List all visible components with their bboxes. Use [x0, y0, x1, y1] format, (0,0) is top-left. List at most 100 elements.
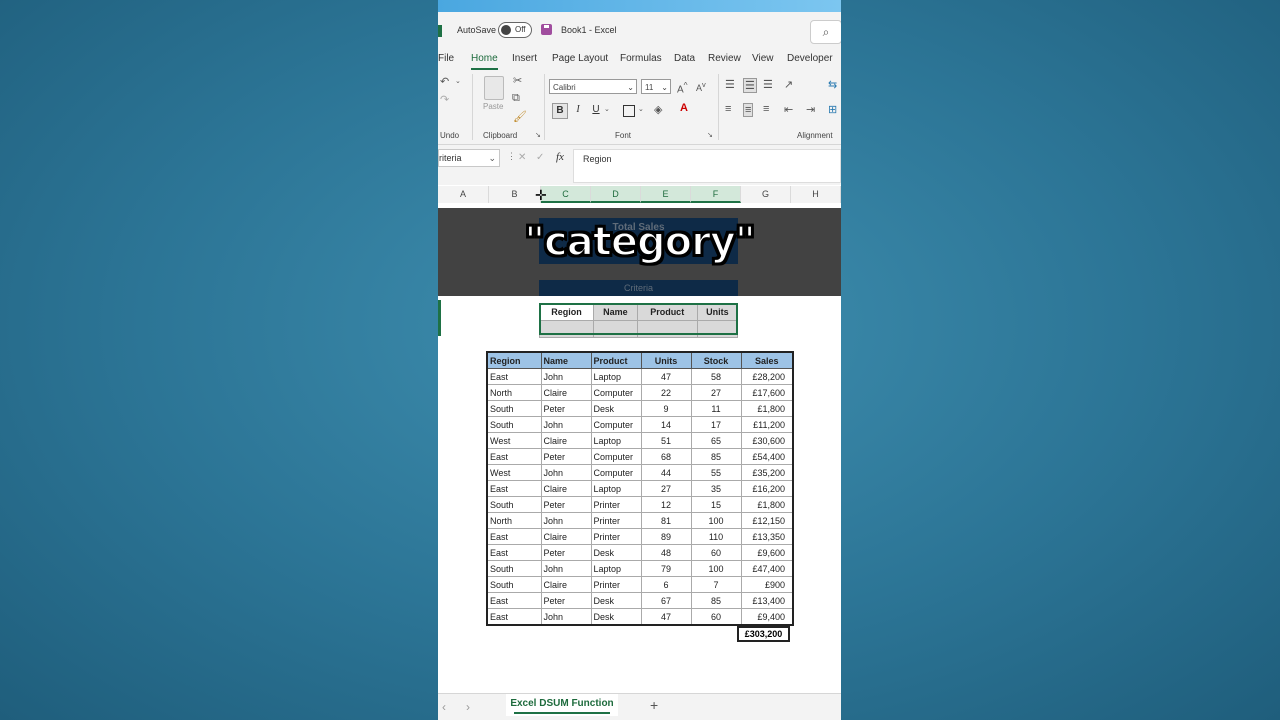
- table-cell[interactable]: 12: [640, 496, 692, 513]
- table-cell[interactable]: John: [540, 512, 592, 529]
- table-cell[interactable]: 14: [640, 416, 692, 433]
- table-cell[interactable]: Peter: [540, 496, 592, 513]
- table-cell[interactable]: Desk: [590, 608, 642, 626]
- align-right-icon[interactable]: ≡: [763, 103, 769, 115]
- table-header[interactable]: Stock: [690, 351, 742, 369]
- table-cell[interactable]: 6: [640, 576, 692, 593]
- criteria-value-cell[interactable]: [636, 320, 698, 338]
- table-cell[interactable]: East: [486, 608, 542, 626]
- increase-indent-icon[interactable]: ⇥: [806, 103, 815, 116]
- table-header[interactable]: Product: [590, 351, 642, 369]
- table-cell[interactable]: Printer: [590, 576, 642, 593]
- table-cell[interactable]: 100: [690, 560, 742, 577]
- table-cell[interactable]: £11,200: [740, 416, 794, 433]
- paste-icon[interactable]: [484, 76, 504, 100]
- table-cell[interactable]: Peter: [540, 448, 592, 465]
- formula-input[interactable]: Region: [573, 149, 841, 183]
- table-cell[interactable]: 68: [640, 448, 692, 465]
- table-cell[interactable]: Claire: [540, 528, 592, 545]
- search-button[interactable]: ⌕: [810, 20, 841, 44]
- table-cell[interactable]: 22: [640, 384, 692, 401]
- table-cell[interactable]: Laptop: [590, 560, 642, 577]
- add-sheet-icon[interactable]: +: [650, 697, 658, 713]
- table-cell[interactable]: Claire: [540, 432, 592, 449]
- table-cell[interactable]: 51: [640, 432, 692, 449]
- table-cell[interactable]: West: [486, 432, 542, 449]
- table-cell[interactable]: Desk: [590, 544, 642, 561]
- save-icon[interactable]: [541, 24, 552, 35]
- table-cell[interactable]: Printer: [590, 496, 642, 513]
- font-launcher-icon[interactable]: ↘: [707, 131, 713, 139]
- align-left-icon[interactable]: ≡: [725, 103, 731, 115]
- table-cell[interactable]: Printer: [590, 512, 642, 529]
- undo-icon[interactable]: ↶: [440, 75, 449, 88]
- table-cell[interactable]: 85: [690, 592, 742, 609]
- format-painter-icon[interactable]: 🖌: [513, 110, 527, 123]
- align-top-icon[interactable]: ☰: [725, 78, 735, 91]
- table-cell[interactable]: Desk: [590, 400, 642, 417]
- table-cell[interactable]: 79: [640, 560, 692, 577]
- tab-home[interactable]: Home: [471, 53, 498, 70]
- table-cell[interactable]: John: [540, 368, 592, 385]
- table-cell[interactable]: £28,200: [740, 368, 794, 385]
- table-cell[interactable]: West: [486, 464, 542, 481]
- table-header[interactable]: Units: [640, 351, 692, 369]
- clipboard-launcher-icon[interactable]: ↘: [535, 131, 541, 139]
- redo-icon[interactable]: ↷: [440, 93, 449, 106]
- bold-button[interactable]: B: [552, 103, 568, 119]
- table-cell[interactable]: Peter: [540, 592, 592, 609]
- table-cell[interactable]: South: [486, 496, 542, 513]
- criteria-cell[interactable]: Units: [696, 303, 739, 321]
- table-cell[interactable]: Computer: [590, 464, 642, 481]
- criteria-value-cell[interactable]: [539, 320, 594, 338]
- table-cell[interactable]: £1,800: [740, 400, 794, 417]
- table-cell[interactable]: East: [486, 592, 542, 609]
- column-header-e[interactable]: E: [641, 186, 691, 203]
- fill-color-icon[interactable]: ◈: [654, 103, 662, 116]
- borders-icon[interactable]: [623, 105, 635, 117]
- chevron-down-icon[interactable]: ⌄: [638, 105, 644, 113]
- table-cell[interactable]: 85: [690, 448, 742, 465]
- align-center-icon[interactable]: ≡: [743, 103, 754, 117]
- table-cell[interactable]: £12,150: [740, 512, 794, 529]
- undo-dropdown-icon[interactable]: ⌄: [455, 77, 461, 85]
- orientation-icon[interactable]: ↗: [784, 78, 793, 91]
- table-cell[interactable]: 65: [690, 432, 742, 449]
- table-cell[interactable]: 7: [690, 576, 742, 593]
- table-cell[interactable]: 47: [640, 608, 692, 626]
- table-cell[interactable]: 27: [690, 384, 742, 401]
- table-cell[interactable]: 27: [640, 480, 692, 497]
- table-cell[interactable]: Desk: [590, 592, 642, 609]
- table-cell[interactable]: John: [540, 464, 592, 481]
- table-cell[interactable]: £30,600: [740, 432, 794, 449]
- tab-formulas[interactable]: Formulas: [620, 53, 662, 64]
- tab-view[interactable]: View: [752, 53, 774, 64]
- tab-file[interactable]: File: [438, 53, 454, 64]
- table-cell[interactable]: £35,200: [740, 464, 794, 481]
- table-cell[interactable]: North: [486, 512, 542, 529]
- criteria-value-cell[interactable]: [696, 320, 739, 338]
- table-cell[interactable]: Claire: [540, 480, 592, 497]
- table-cell[interactable]: John: [540, 560, 592, 577]
- table-cell[interactable]: 9: [640, 400, 692, 417]
- table-cell[interactable]: Laptop: [590, 432, 642, 449]
- table-cell[interactable]: 100: [690, 512, 742, 529]
- table-cell[interactable]: Peter: [540, 400, 592, 417]
- table-cell[interactable]: East: [486, 544, 542, 561]
- table-cell[interactable]: Claire: [540, 576, 592, 593]
- table-cell[interactable]: 110: [690, 528, 742, 545]
- table-cell[interactable]: £9,400: [740, 608, 794, 626]
- table-cell[interactable]: South: [486, 416, 542, 433]
- table-cell[interactable]: Laptop: [590, 368, 642, 385]
- table-cell[interactable]: £54,400: [740, 448, 794, 465]
- table-cell[interactable]: South: [486, 400, 542, 417]
- increase-font-icon[interactable]: A^: [677, 80, 688, 95]
- column-header-d[interactable]: D: [591, 186, 641, 203]
- enter-icon[interactable]: ✓: [536, 152, 544, 163]
- cut-icon[interactable]: ✂: [513, 74, 522, 87]
- table-cell[interactable]: Laptop: [590, 480, 642, 497]
- table-cell[interactable]: 60: [690, 544, 742, 561]
- table-cell[interactable]: 89: [640, 528, 692, 545]
- table-cell[interactable]: 60: [690, 608, 742, 626]
- criteria-cell[interactable]: Region: [539, 303, 594, 321]
